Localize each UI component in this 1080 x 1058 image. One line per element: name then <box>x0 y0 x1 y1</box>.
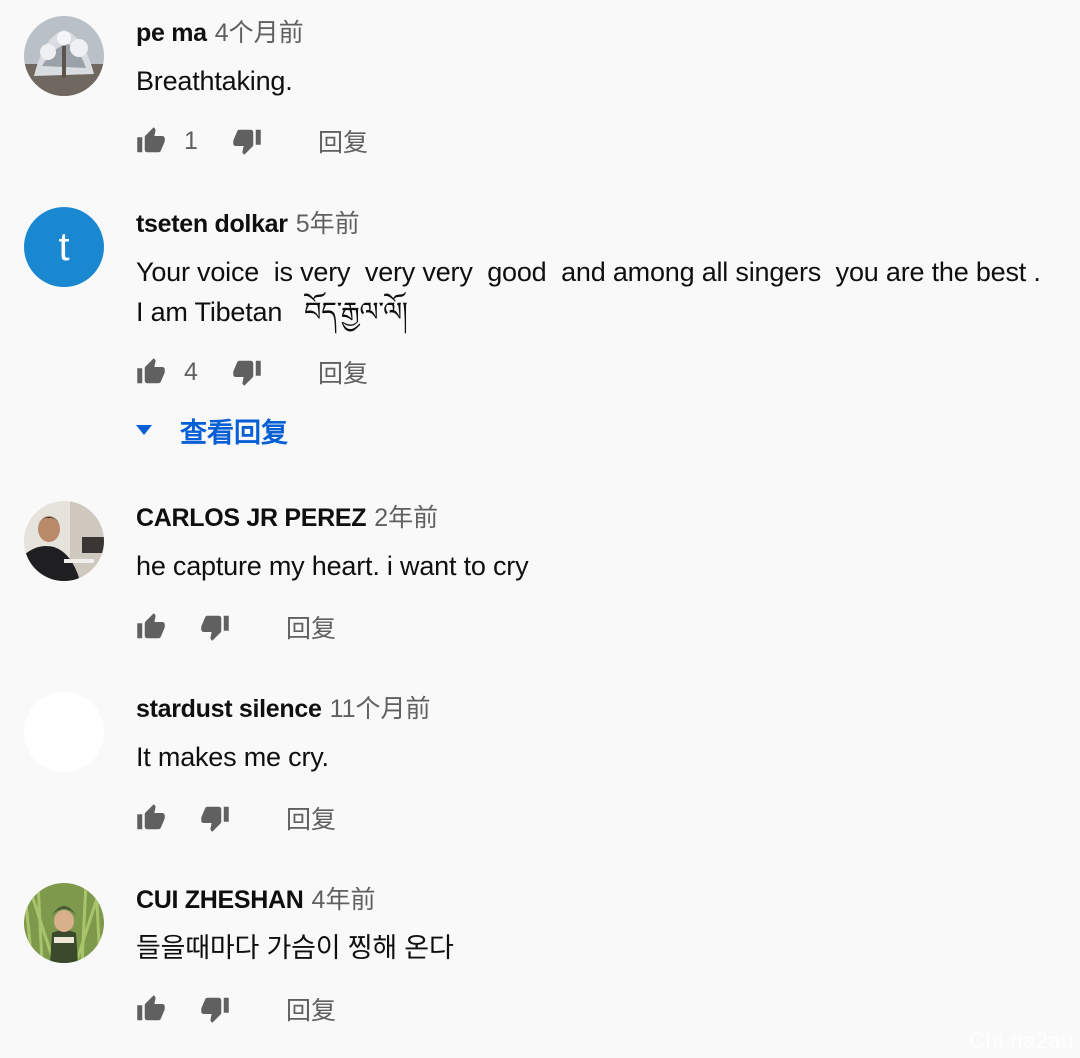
comment-text: Your voice is very very very good and am… <box>136 252 1070 332</box>
snowy-tree-avatar-image <box>24 16 104 96</box>
like-button[interactable] <box>136 994 166 1024</box>
author-name[interactable]: pe ma <box>136 16 207 50</box>
timestamp[interactable]: 2年前 <box>374 501 438 535</box>
author-name[interactable]: stardust silence <box>136 692 322 726</box>
caret-down-icon <box>136 425 152 435</box>
comment-line: he capture my heart. i want to cry <box>136 551 529 581</box>
comment-actions: 回复 <box>136 989 336 1029</box>
like-button[interactable] <box>136 126 166 156</box>
dislike-button[interactable] <box>232 357 262 387</box>
avatar[interactable]: t <box>24 207 104 287</box>
comment-actions: 回复 <box>136 798 336 838</box>
comment-line: Breathtaking. <box>136 66 293 96</box>
thumb-down-icon <box>201 615 229 641</box>
child-in-field-avatar-image <box>24 883 104 963</box>
comment-actions: 回复 <box>136 607 336 647</box>
thumb-down-icon <box>233 129 261 155</box>
comment-line: Your voice is very very very good and am… <box>136 257 1041 287</box>
comment-line: I am Tibetan བོད་རྒྱལ་ལོ། <box>136 297 408 327</box>
thumb-down-icon <box>201 806 229 832</box>
like-button[interactable] <box>136 612 166 642</box>
view-replies-label: 查看回复 <box>180 417 288 448</box>
timestamp[interactable]: 5年前 <box>296 207 360 241</box>
reply-button[interactable]: 回复 <box>286 991 336 1027</box>
thumb-up-icon <box>137 358 165 384</box>
like-count: 1 <box>184 126 198 155</box>
dislike-button[interactable] <box>200 803 230 833</box>
reply-button[interactable]: 回复 <box>286 609 336 645</box>
thumb-up-icon <box>137 995 165 1021</box>
dislike-button[interactable] <box>200 612 230 642</box>
thumb-up-icon <box>137 613 165 639</box>
thumb-down-icon <box>233 360 261 386</box>
like-count: 4 <box>184 357 198 386</box>
reply-button[interactable]: 回复 <box>318 123 368 159</box>
author-name[interactable]: CUI ZHESHAN <box>136 883 304 917</box>
comment-line: 들을때마다 가슴이 찡해 온다 <box>136 933 454 963</box>
author-name[interactable]: tseten dolkar <box>136 207 288 241</box>
dislike-button[interactable] <box>232 126 262 156</box>
avatar-letter: t <box>58 224 70 269</box>
watermark: Chi na2au <box>969 1028 1074 1053</box>
thumb-down-icon <box>201 997 229 1023</box>
dislike-button[interactable] <box>200 994 230 1024</box>
timestamp[interactable]: 11个月前 <box>330 692 431 726</box>
comment-text: he capture my heart. i want to cry <box>136 546 1070 586</box>
thumb-up-icon <box>137 804 165 830</box>
comment-text: Breathtaking. <box>136 61 1070 101</box>
comment-line: It makes me cry. <box>136 742 329 772</box>
comments-section: pe ma 4个月前 Breathtaking. 1 回复 t tseten d… <box>0 0 1080 1058</box>
like-button[interactable] <box>136 803 166 833</box>
avatar[interactable] <box>24 692 104 772</box>
timestamp[interactable]: 4年前 <box>312 883 376 917</box>
comment-text: 들을때마다 가슴이 찡해 온다 <box>136 928 1070 968</box>
thumb-up-icon <box>137 127 165 153</box>
comment-actions: 4 回复 <box>136 352 368 392</box>
timestamp[interactable]: 4个月前 <box>215 16 304 50</box>
comment-text: It makes me cry. <box>136 737 1070 777</box>
avatar[interactable] <box>24 16 104 96</box>
like-button[interactable] <box>136 357 166 387</box>
reply-button[interactable]: 回复 <box>286 800 336 836</box>
avatar[interactable] <box>24 883 104 963</box>
reply-button[interactable]: 回复 <box>318 354 368 390</box>
comment-actions: 1 回复 <box>136 121 368 161</box>
avatar[interactable] <box>24 501 104 581</box>
author-name[interactable]: CARLOS JR PEREZ <box>136 501 367 535</box>
view-replies-button[interactable]: 查看回复 <box>136 410 288 450</box>
man-portrait-avatar-image <box>24 501 104 581</box>
